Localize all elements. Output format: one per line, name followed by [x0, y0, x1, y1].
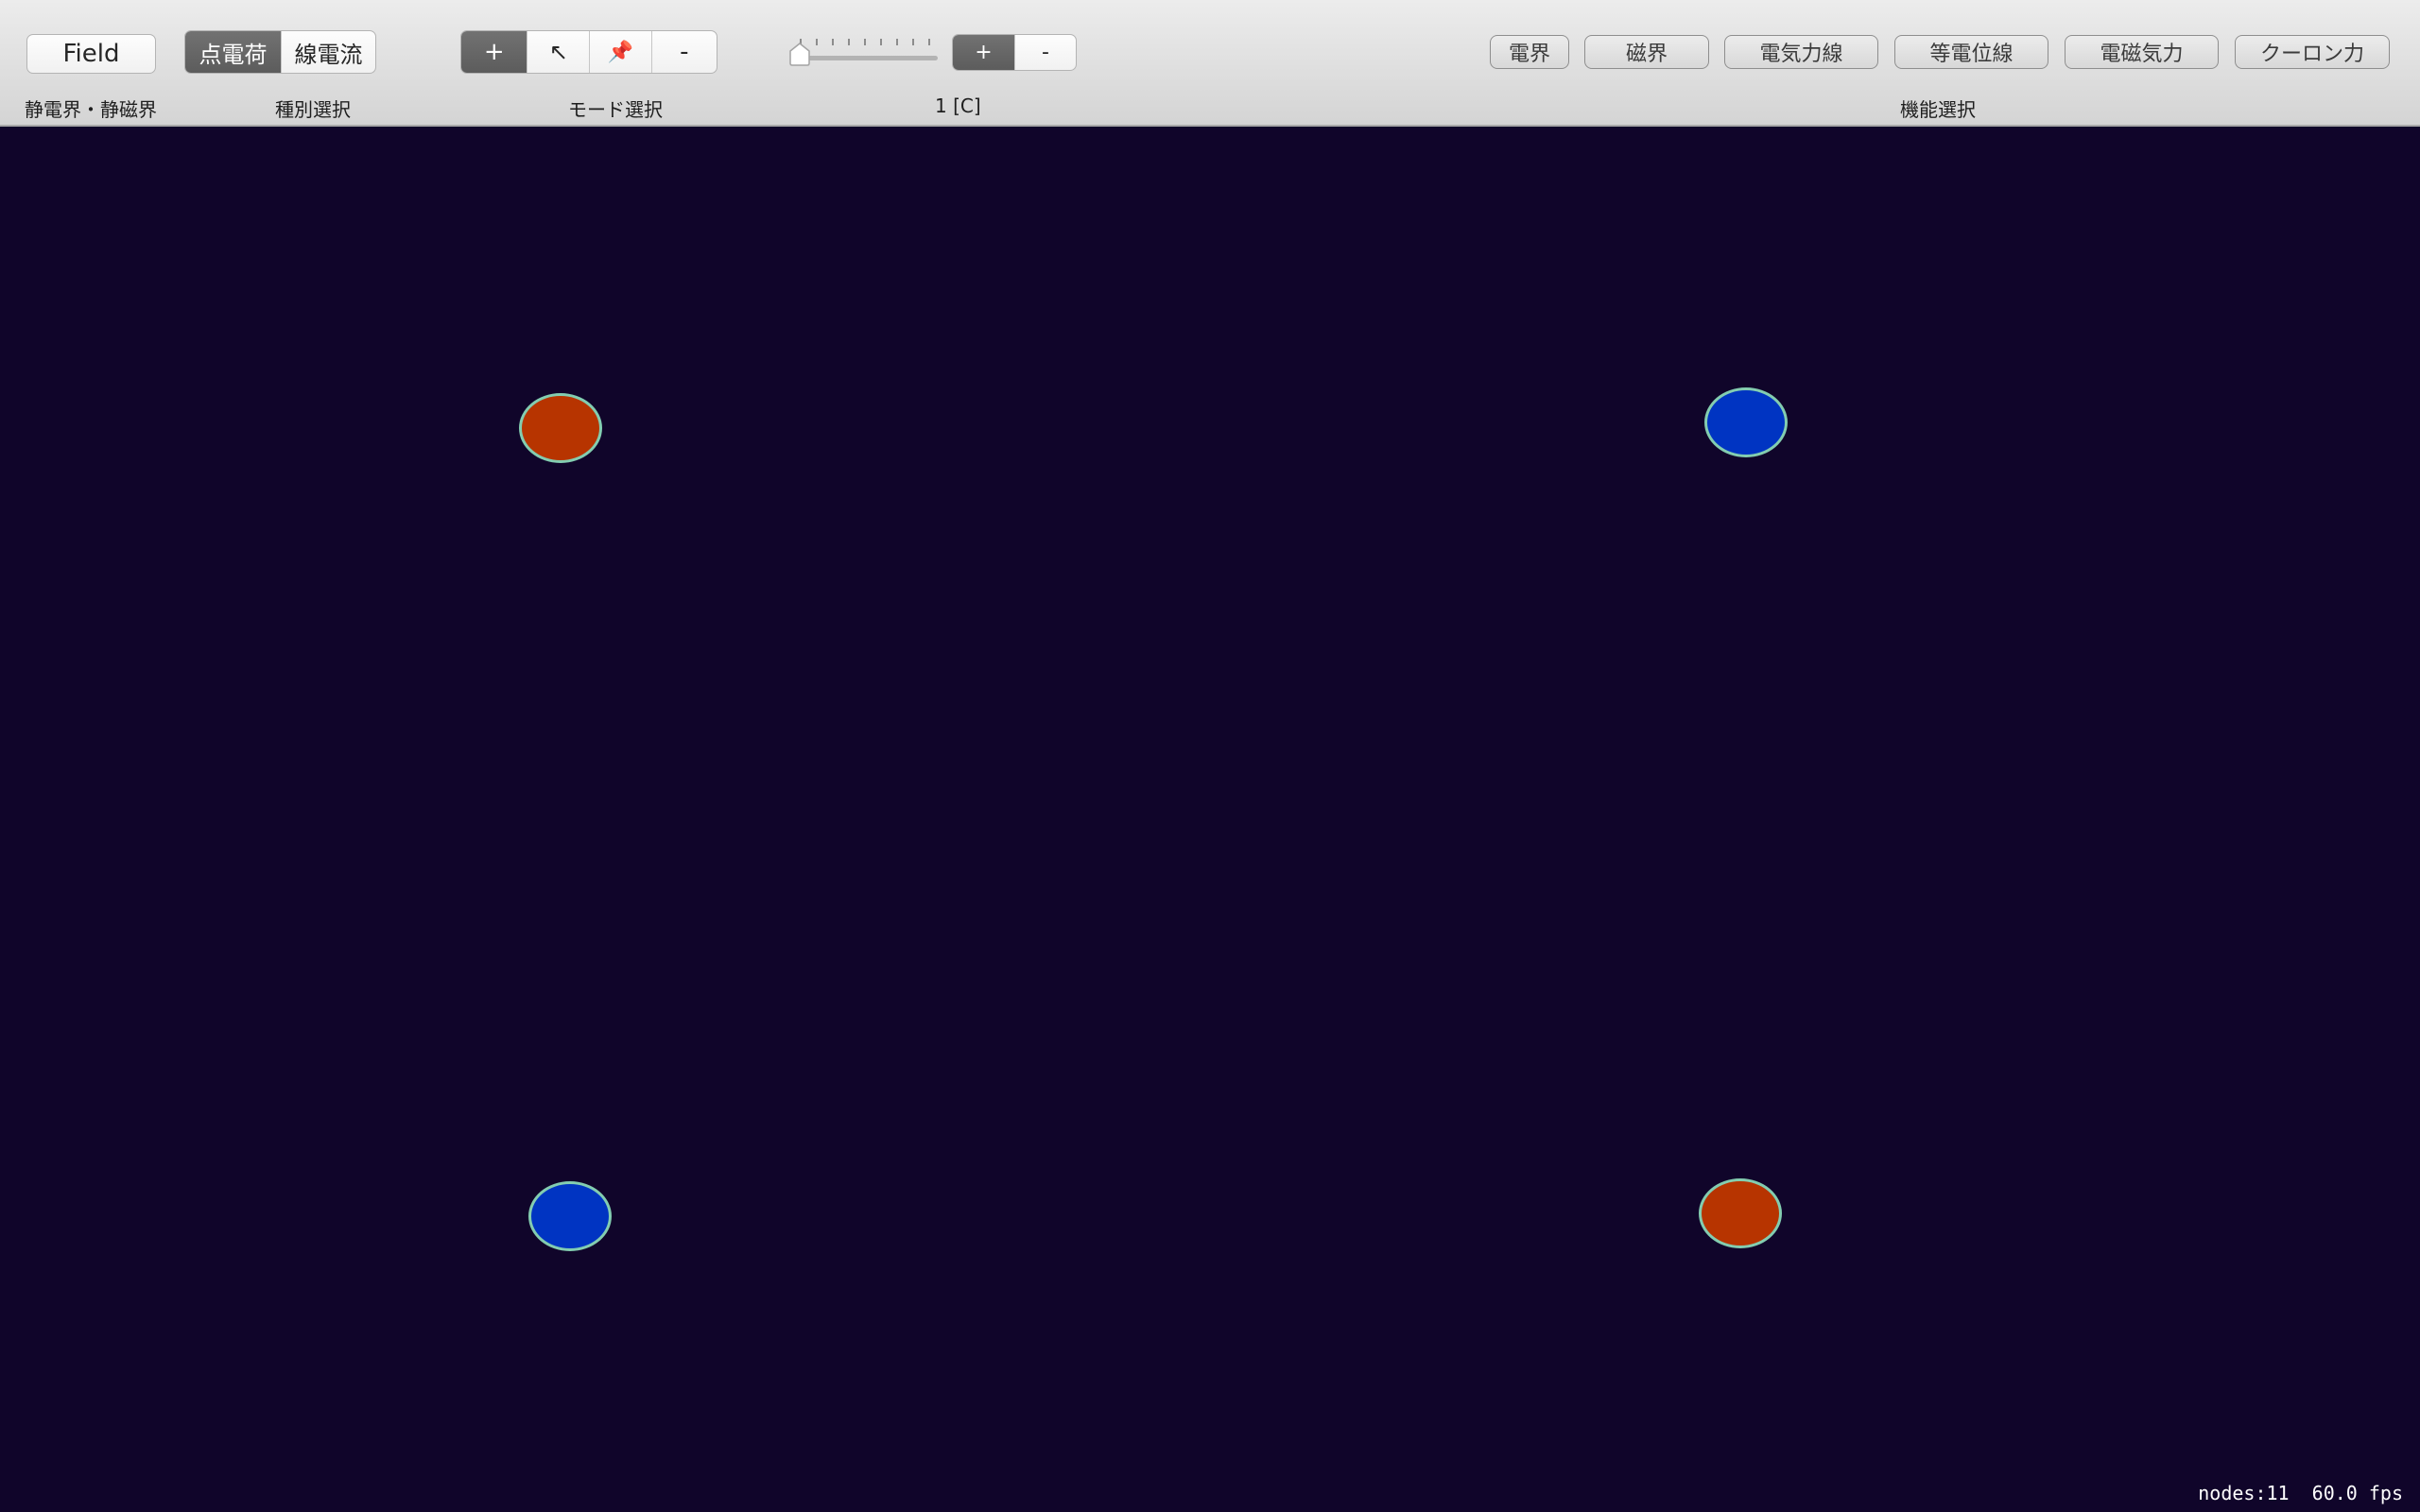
slider-tick: [912, 39, 914, 45]
type-segmented-control: 点電荷 線電流: [184, 30, 376, 74]
field-button[interactable]: Field: [26, 34, 156, 74]
slider-thumb[interactable]: [788, 42, 811, 66]
fps-counter: 60.0 fps: [2311, 1482, 2403, 1504]
slider-track[interactable]: [792, 56, 938, 60]
mode-caption: モード選択: [568, 98, 663, 121]
equipotential-lines-button[interactable]: 等電位線: [1894, 35, 2048, 69]
charge-value-label: 1 [C]: [935, 94, 981, 117]
slider-tick: [832, 39, 834, 45]
slider-tick: [848, 39, 850, 45]
positive-charge[interactable]: [1699, 1178, 1782, 1248]
sign-plus-button[interactable]: +: [953, 35, 1014, 70]
mode-remove-button[interactable]: -: [650, 31, 717, 73]
negative-charge[interactable]: [1704, 387, 1788, 457]
electromagnetic-force-button[interactable]: 電磁気力: [2065, 35, 2219, 69]
electric-field-lines-button[interactable]: 電気力線: [1724, 35, 1878, 69]
mode-pin-button[interactable]: 📌: [589, 31, 651, 73]
slider-tick: [928, 39, 930, 45]
mode-segmented-control: + ↖ 📌 -: [460, 30, 717, 74]
slider-tick: [880, 39, 882, 45]
slider-tick: [864, 39, 866, 45]
pointer-arrow-icon: ↖: [548, 39, 568, 65]
coulomb-force-button[interactable]: クーロン力: [2235, 35, 2390, 69]
status-readout: nodes:11 60.0 fps: [2198, 1482, 2403, 1504]
slider-tick: [816, 39, 818, 45]
functions-caption: 機能選択: [1900, 98, 1976, 121]
electric-field-button[interactable]: 電界: [1490, 35, 1569, 69]
magnetic-field-button[interactable]: 磁界: [1584, 35, 1709, 69]
mode-add-button[interactable]: +: [461, 31, 527, 73]
toolbar: Field 点電荷 線電流 + ↖ 📌 - + - 静電界・静磁界 種別選択 モ…: [0, 0, 2420, 127]
type-line-current[interactable]: 線電流: [280, 31, 375, 73]
negative-charge[interactable]: [528, 1181, 612, 1251]
charge-sign-segmented-control: + -: [952, 34, 1077, 71]
positive-charge[interactable]: [519, 393, 602, 463]
slider-tick: [896, 39, 898, 45]
simulation-canvas[interactable]: nodes:11 60.0 fps: [0, 127, 2420, 1512]
node-count: nodes:11: [2198, 1482, 2290, 1504]
field-caption: 静電界・静磁界: [25, 98, 157, 121]
sign-minus-button[interactable]: -: [1014, 35, 1076, 70]
type-point-charge[interactable]: 点電荷: [185, 31, 281, 73]
pin-icon: 📌: [607, 40, 633, 64]
mode-select-button[interactable]: ↖: [527, 31, 589, 73]
type-caption: 種別選択: [275, 98, 351, 121]
